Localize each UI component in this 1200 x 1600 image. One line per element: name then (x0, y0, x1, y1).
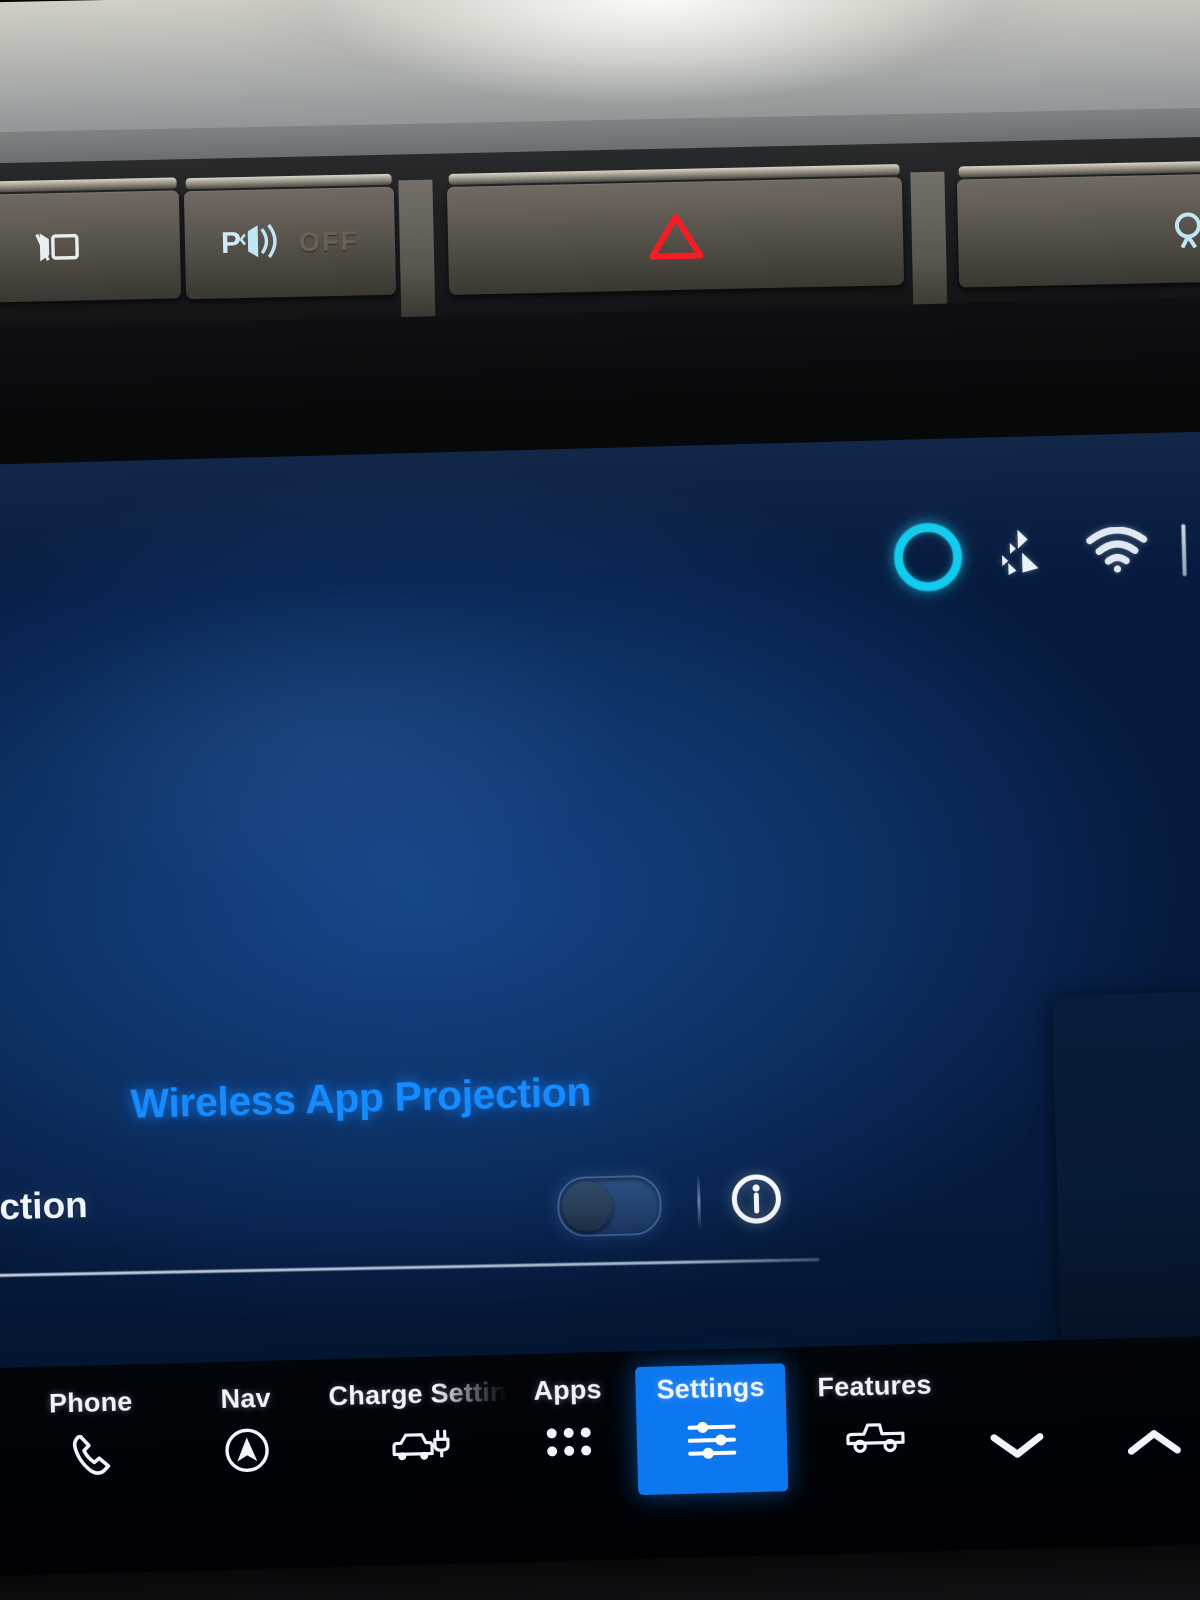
screen-off-icon (0, 227, 180, 266)
nav-label-phone: Phone (48, 1386, 133, 1419)
nav-label-settings: Settings (656, 1371, 766, 1405)
nav-item-features[interactable]: Features (799, 1369, 952, 1491)
hazard-triangle-icon (447, 205, 903, 267)
wifi-icon (1085, 526, 1148, 579)
chevron-down-icon (989, 1429, 1046, 1465)
nav-label-nav: Nav (220, 1382, 272, 1415)
app-grid-icon (544, 1413, 593, 1470)
settings-row-label: pp Projection (0, 1184, 89, 1231)
pickup-truck-icon (843, 1409, 908, 1467)
sliders-icon (684, 1411, 739, 1468)
nav-label-charge-settings: Charge Settin (328, 1376, 508, 1412)
wireless-app-projection-toggle[interactable] (556, 1174, 663, 1238)
page-title: Wireless App Projection (129, 1068, 592, 1127)
nav-item-settings[interactable]: Settings (635, 1363, 789, 1496)
hard-button-hazard-lights[interactable] (446, 177, 905, 295)
phone-handset-icon (67, 1426, 116, 1483)
nav-label-features: Features (817, 1369, 933, 1403)
infotainment-screen[interactable]: Wireless App Projection pp Projection (0, 429, 1200, 1427)
park-assist-off-label: OFF (298, 225, 360, 258)
hard-button-display-off[interactable] (0, 190, 182, 304)
button-gap-1 (398, 179, 436, 331)
park-assist-icon: P (221, 221, 288, 267)
nav-item-charge-settings[interactable]: Charge Settin (317, 1376, 520, 1499)
infotainment-photo: P OFF Wireless App Projection Projection… (0, 0, 1200, 1600)
status-divider (1181, 524, 1187, 577)
info-icon[interactable] (729, 1171, 784, 1226)
ev-charge-car-icon (387, 1417, 450, 1475)
camera-360-icon (958, 204, 1200, 257)
chevron-down-button[interactable] (972, 1418, 1063, 1476)
hard-button-camera-view[interactable] (956, 172, 1200, 288)
nav-label-apps: Apps (533, 1374, 603, 1406)
svg-text:P: P (221, 227, 242, 260)
button-gap-2 (910, 171, 948, 323)
nav-item-nav[interactable]: Nav (170, 1381, 323, 1503)
signal-bars-icon (995, 525, 1053, 583)
nav-item-apps[interactable]: Apps (492, 1373, 645, 1495)
nav-item-phone[interactable]: Phone (15, 1385, 168, 1507)
toggle-knob (561, 1180, 614, 1233)
navigation-arrow-icon (221, 1422, 272, 1479)
chevron-up-icon (1126, 1425, 1183, 1461)
status-bar (893, 516, 1187, 593)
row-divider (696, 1173, 702, 1230)
chevron-up-button[interactable] (1108, 1414, 1199, 1472)
hard-button-park-assist[interactable]: P OFF (183, 186, 397, 300)
alexa-ring-icon[interactable] (893, 522, 963, 593)
